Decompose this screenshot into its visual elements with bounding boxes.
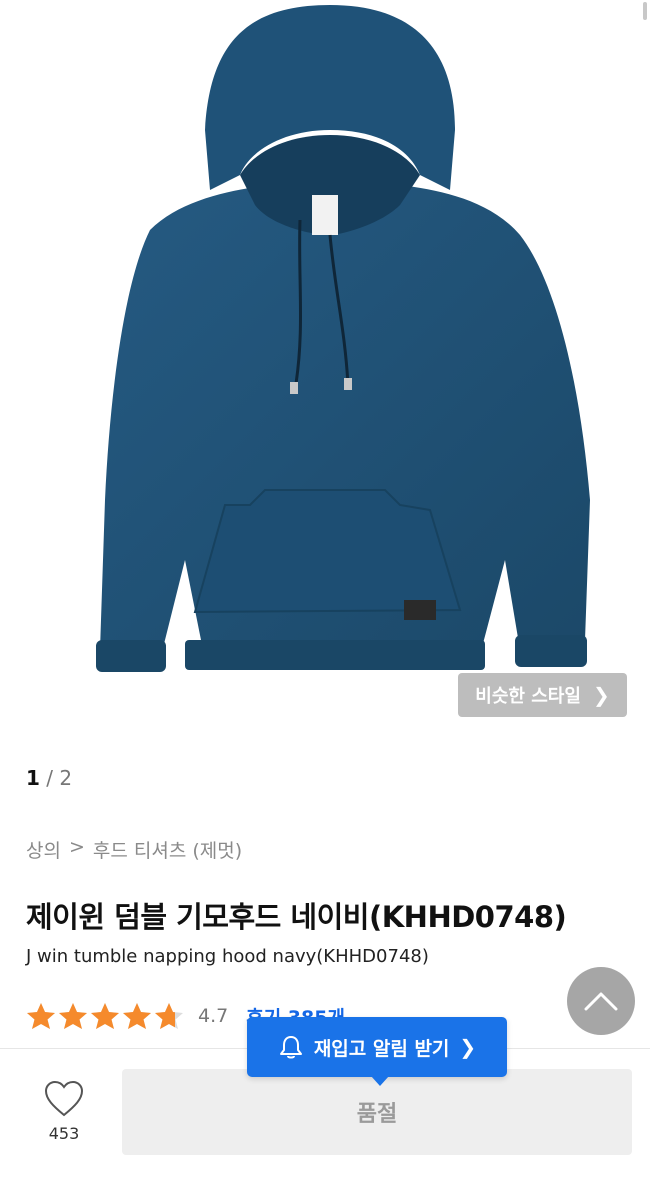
rating-stars [26, 1001, 184, 1031]
hoodie-illustration [96, 5, 590, 672]
rating-value: 4.7 [198, 1005, 229, 1027]
image-pager: 1 / 2 [26, 766, 72, 790]
breadcrumb: 상의 > 후드 티셔츠 (제멋) [26, 836, 242, 863]
heart-icon [44, 1080, 84, 1117]
similar-style-button[interactable]: 비슷한 스타일 ❯ [458, 673, 627, 717]
like-button[interactable]: 453 [36, 1080, 92, 1143]
like-count: 453 [48, 1124, 80, 1143]
pager-current: 1 [26, 766, 40, 790]
chevron-right-icon: ❯ [592, 683, 610, 707]
breadcrumb-category[interactable]: 상의 [26, 836, 61, 863]
star-icon [123, 1003, 151, 1029]
restock-alert-button[interactable]: 재입고 알림 받기 ❯ [247, 1017, 507, 1086]
pager-total: 2 [59, 766, 73, 790]
similar-style-label: 비슷한 스타일 [475, 686, 581, 707]
star-icon [155, 1003, 183, 1029]
pager-separator: / [39, 766, 60, 790]
star-icon [59, 1003, 87, 1029]
breadcrumb-subcategory[interactable]: 후드 티셔츠 (제멋) [93, 836, 242, 863]
breadcrumb-separator: > [68, 836, 85, 858]
scroll-thumb[interactable] [643, 2, 647, 20]
star-icon [27, 1003, 55, 1029]
bell-icon [279, 1036, 302, 1059]
star-icon [91, 1003, 119, 1029]
chevron-right-icon: ❯ [459, 1035, 477, 1059]
product-image: 비슷한 스타일 ❯ [0, 0, 650, 740]
soldout-label: 품절 [356, 1102, 398, 1127]
scroll-top-button[interactable] [567, 967, 635, 1035]
chevron-up-icon [584, 992, 618, 1011]
product-subtitle: J win tumble napping hood navy(KHHD0748) [26, 946, 429, 967]
product-title: 제이윈 덤블 기모후드 네이비(KHHD0748) [26, 900, 567, 934]
restock-label: 재입고 알림 받기 [313, 1037, 450, 1060]
